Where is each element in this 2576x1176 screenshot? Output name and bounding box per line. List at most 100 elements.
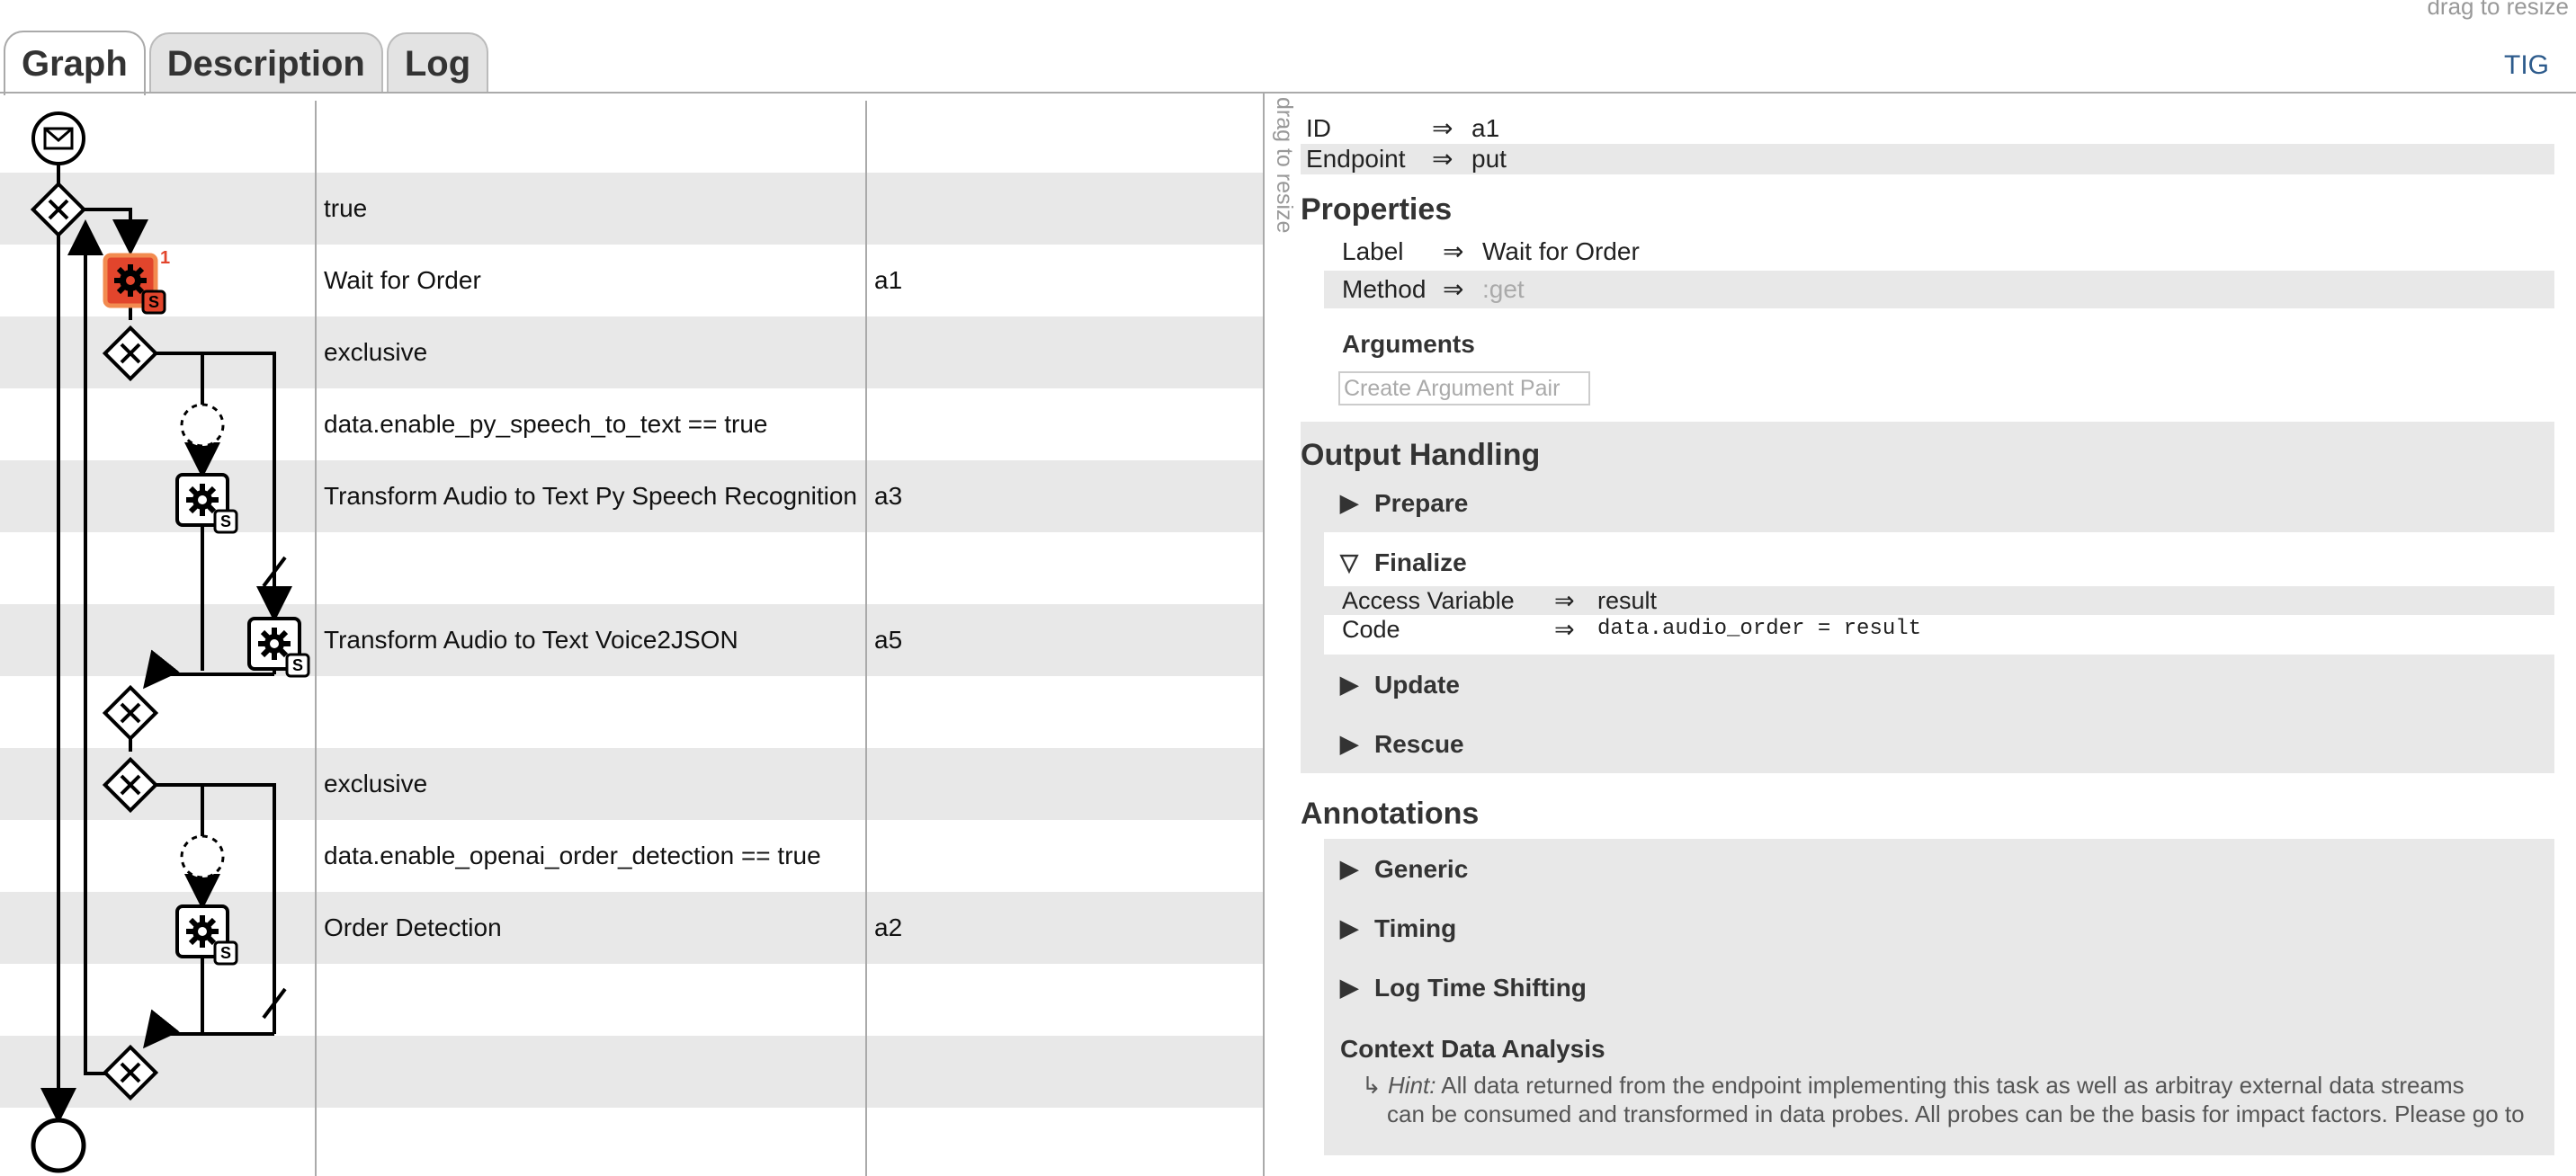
drag-to-resize-hint[interactable]: drag to resize — [2427, 0, 2569, 21]
row-id: a2 — [874, 913, 903, 941]
tig-link[interactable]: TIG — [2504, 50, 2549, 81]
method-value[interactable]: :get — [1482, 271, 1525, 308]
output-handling-heading: Output Handling — [1301, 438, 1541, 472]
id-key: ID — [1306, 114, 1331, 142]
details-panel: ID ⇒ a1 Endpoint ⇒ put Properties Label … — [1301, 113, 2554, 1155]
generic-label: Generic — [1374, 855, 1469, 883]
exclusive-gateway-icon[interactable] — [102, 684, 159, 742]
hint-text-continued: can be consumed and transformed in data … — [1387, 1100, 2525, 1127]
column-divider — [315, 101, 317, 1176]
finalize-label: Finalize — [1374, 548, 1467, 576]
end-event-icon[interactable] — [31, 1118, 86, 1173]
prepare-label: Prepare — [1374, 489, 1469, 517]
finalize-section: ▽ Finalize Access Variable ⇒ result Code… — [1324, 532, 2554, 655]
arrow: ⇒ — [1443, 237, 1464, 265]
service-marker: S — [292, 656, 303, 674]
timing-label: Timing — [1374, 914, 1457, 942]
exclusive-gateway-icon[interactable] — [102, 1044, 159, 1101]
timing-toggle[interactable]: ▶ Timing — [1324, 898, 2554, 958]
row-id: a1 — [874, 266, 903, 294]
row-label: exclusive — [324, 770, 428, 797]
arrow: ⇒ — [1554, 587, 1575, 614]
exclusive-gateway-icon[interactable] — [102, 756, 159, 814]
service-marker: S — [220, 512, 231, 530]
tab-description[interactable]: Description — [148, 32, 383, 94]
rescue-toggle[interactable]: ▶ Rescue — [1301, 714, 2554, 764]
process-diagram: S 1 S S S — [30, 111, 310, 1173]
arrow: ⇒ — [1554, 616, 1575, 643]
column-divider — [865, 101, 867, 1176]
endpoint-row: Endpoint ⇒ put — [1301, 144, 2554, 174]
id-value[interactable]: a1 — [1471, 113, 1499, 144]
condition-marker-icon[interactable] — [180, 834, 225, 879]
expand-triangle-icon: ▶ — [1340, 914, 1358, 941]
row-label: data.enable_openai_order_detection == tr… — [324, 842, 821, 869]
expand-triangle-icon: ▶ — [1340, 855, 1358, 882]
context-data-analysis: Context Data Analysis ↳ Hint: All data r… — [1324, 1017, 2554, 1155]
annotations-heading: Annotations — [1301, 797, 1480, 831]
panel-splitter[interactable] — [1263, 94, 1265, 1176]
arrow: ⇒ — [1432, 145, 1453, 173]
service-task-icon[interactable]: S — [247, 617, 310, 678]
row-label: data.enable_py_speech_to_text == true — [324, 410, 768, 438]
condition-marker-icon[interactable] — [180, 403, 225, 448]
generic-toggle[interactable]: ▶ Generic — [1324, 839, 2554, 898]
hint-arrow: ↳ — [1362, 1072, 1382, 1099]
properties-heading: Properties — [1301, 192, 1453, 227]
annotations-section: ▶ Generic ▶ Timing ▶ Log Time Shifting C… — [1324, 839, 2554, 1155]
exclusive-gateway-icon[interactable] — [30, 181, 87, 238]
row-label: Order Detection — [324, 913, 502, 941]
code-row: Code ⇒ data.audio_order = result — [1324, 615, 2554, 644]
log-time-shifting-toggle[interactable]: ▶ Log Time Shifting — [1324, 958, 2554, 1017]
service-task-icon[interactable]: S — [175, 904, 238, 966]
hint-line-1: All data returned from the endpoint impl… — [1441, 1072, 2464, 1099]
tab-divider — [0, 92, 2576, 94]
service-task-icon[interactable]: S — [175, 473, 238, 534]
label-key: Label — [1342, 237, 1404, 265]
expand-triangle-icon: ▶ — [1340, 671, 1358, 698]
expand-triangle-icon: ▶ — [1340, 489, 1358, 516]
endpoint-value[interactable]: put — [1471, 144, 1507, 174]
access-variable-value[interactable]: result — [1597, 586, 1657, 615]
hint-label: Hint: — [1388, 1072, 1436, 1099]
start-message-event-icon[interactable] — [31, 111, 85, 165]
row-id: a5 — [874, 626, 903, 654]
arrow: ⇒ — [1443, 275, 1464, 303]
tab-graph[interactable]: Graph — [4, 31, 146, 95]
row-label: Transform Audio to Text Py Speech Recogn… — [324, 482, 857, 510]
finalize-toggle[interactable]: ▽ Finalize — [1324, 532, 2554, 586]
label-value[interactable]: Wait for Order — [1482, 233, 1640, 271]
update-toggle[interactable]: ▶ Update — [1301, 655, 2554, 714]
label-row: Label ⇒ Wait for Order — [1301, 233, 2554, 271]
create-argument-pair-button[interactable]: Create Argument Pair — [1338, 371, 1590, 405]
hint-text: ↳ Hint: All data returned from the endpo… — [1362, 1071, 2554, 1100]
code-key: Code — [1342, 616, 1400, 643]
expand-triangle-icon: ▶ — [1340, 730, 1358, 757]
log-time-shifting-label: Log Time Shifting — [1374, 974, 1587, 1002]
access-variable-key: Access Variable — [1342, 587, 1515, 614]
id-row: ID ⇒ a1 — [1301, 113, 2554, 144]
active-service-task-icon[interactable]: S 1 — [103, 248, 170, 315]
prepare-toggle[interactable]: ▶ Prepare — [1301, 473, 2554, 532]
endpoint-key: Endpoint — [1306, 145, 1406, 173]
service-marker: S — [148, 293, 159, 311]
rescue-label: Rescue — [1374, 730, 1464, 758]
process-graph: true Wait for Order a1 exclusive data.en… — [0, 101, 1263, 1176]
output-handling-section: Output Handling ▶ Prepare ▽ Finalize Acc… — [1301, 422, 2554, 773]
code-value[interactable]: data.audio_order = result — [1597, 615, 1921, 644]
arrow: ⇒ — [1432, 114, 1453, 142]
arguments-heading: Arguments — [1342, 330, 1475, 358]
method-row: Method ⇒ :get — [1324, 271, 2554, 308]
row-label: Transform Audio to Text Voice2JSON — [324, 626, 738, 654]
access-variable-row: Access Variable ⇒ result — [1324, 586, 2554, 615]
update-label: Update — [1374, 671, 1460, 699]
collapse-triangle-icon: ▽ — [1340, 548, 1358, 575]
tab-log[interactable]: Log — [386, 32, 489, 94]
drag-to-resize-handle[interactable]: drag to resize — [1271, 97, 1297, 233]
exclusive-gateway-icon[interactable] — [102, 325, 159, 382]
context-data-heading: Context Data Analysis — [1340, 1035, 1606, 1063]
row-label: true — [324, 194, 368, 222]
row-id: a3 — [874, 482, 903, 510]
row-label: exclusive — [324, 338, 428, 366]
method-key: Method — [1342, 275, 1427, 303]
